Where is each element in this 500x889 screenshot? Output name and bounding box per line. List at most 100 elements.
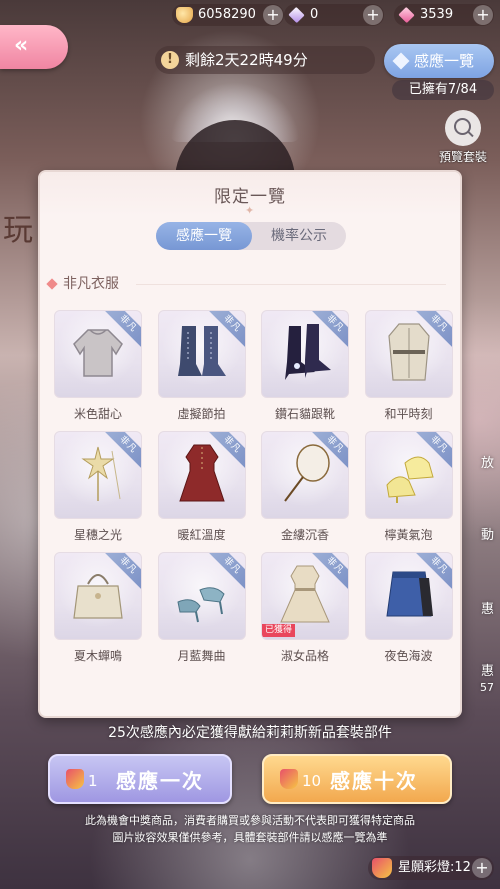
outfit-item[interactable]: 非凡 暖紅溫度	[157, 431, 246, 546]
outfit-item[interactable]: 非凡 夏木蟬鳴	[54, 552, 142, 667]
gold-coin-icon	[176, 7, 193, 23]
side-banner-text: 玩	[3, 213, 33, 248]
tab-probability[interactable]: 機率公示	[252, 222, 346, 250]
gold-currency: 6058290 +	[172, 4, 284, 26]
gold-value: 6058290	[198, 7, 256, 22]
side-tab-count: 57	[480, 681, 494, 694]
pink-diamond-icon	[398, 6, 415, 24]
outfit-item[interactable]: 非凡 鑽石貓跟靴	[261, 310, 349, 425]
outfit-item-name: 夜色海波	[384, 649, 433, 663]
draw-once-cost: 1	[88, 772, 98, 790]
alert-icon: !	[161, 51, 179, 69]
outfit-item[interactable]: 非凡 米色甜心	[54, 310, 142, 425]
double-chevron-left-icon: «	[14, 33, 29, 58]
side-tab-4[interactable]: 惠	[481, 660, 494, 679]
outfit-item[interactable]: 非凡 已獲得淑女品格	[261, 552, 349, 667]
outfit-item-card[interactable]: 非凡	[157, 431, 246, 519]
add-crystal-button[interactable]: +	[363, 5, 383, 25]
obtained-badge: 已獲得	[262, 624, 296, 637]
outfit-item[interactable]: 非凡 星穗之光	[54, 431, 142, 546]
draw-once-label: 感應一次	[116, 769, 204, 793]
tab-overview[interactable]: 感應一覽	[156, 222, 252, 250]
side-tab-1[interactable]: 放	[481, 452, 494, 471]
outfit-item-name: 暖紅溫度	[177, 528, 226, 542]
outfit-item-name: 鑽石貓跟靴	[274, 407, 335, 421]
outfit-item-name: 月藍舞曲	[177, 649, 226, 663]
add-gold-button[interactable]: +	[263, 5, 283, 25]
disclaimer: 此為機會中獎商品，消費者購買或參與活動不代表即可獲得特定商品 圖片妝容效果僅供參…	[0, 812, 500, 846]
add-diamond-button[interactable]: +	[473, 5, 493, 25]
outfit-item-card[interactable]: 非凡	[157, 552, 246, 640]
lucky-bag-icon	[280, 769, 298, 789]
preview-label: 預覽套裝	[438, 150, 487, 164]
star-ornament-icon: ✦	[245, 204, 255, 217]
outfit-item[interactable]: 非凡 虛擬節拍	[157, 310, 246, 425]
beige-dress-icon	[275, 562, 335, 630]
outfit-item[interactable]: 非凡 月藍舞曲	[157, 552, 246, 667]
hand-fan-icon	[275, 441, 335, 509]
outfit-item[interactable]: 非凡 金縷沉香	[261, 431, 349, 546]
disclaimer-line: 圖片妝容效果僅供參考，具體套裝部件請以感應一覽為準	[112, 831, 388, 844]
outfit-item[interactable]: 非凡 檸黃氣泡	[364, 431, 453, 546]
overview-button[interactable]: 感應一覽	[384, 44, 494, 78]
disclaimer-line: 此為機會中獎商品，消費者購買或參與活動不代表即可獲得特定商品	[85, 814, 415, 827]
outfit-item-name: 米色甜心	[73, 407, 122, 421]
modal-tabs: 感應一覽 機率公示	[156, 222, 346, 250]
owned-count: 已擁有7/84	[392, 80, 494, 100]
outfit-item-card[interactable]: 非凡	[54, 431, 142, 519]
wish-lamp-text: 星願彩燈:12	[398, 860, 471, 875]
section-title: 非凡衣服	[63, 276, 119, 292]
draw-once-button[interactable]: 1 感應一次	[48, 754, 232, 804]
sandals-icon	[379, 441, 439, 509]
outfit-item-name: 金縷沉香	[280, 528, 329, 542]
outfit-item[interactable]: 非凡 夜色海波	[364, 552, 453, 667]
side-tab-2[interactable]: 動	[481, 524, 494, 543]
outfit-item-card[interactable]: 非凡	[261, 431, 349, 519]
event-timer: ! 剩餘2天22時49分	[155, 46, 375, 74]
purple-crystal-icon	[288, 6, 305, 24]
outfit-item-name: 虛擬節拍	[177, 407, 226, 421]
outfit-item-name: 夏木蟬鳴	[73, 649, 122, 663]
diamond-icon	[392, 52, 410, 70]
outfit-item-card[interactable]: 非凡	[261, 310, 349, 398]
outfit-item-card[interactable]: 非凡	[54, 552, 142, 640]
add-wish-lamp-button[interactable]: +	[472, 858, 492, 878]
guarantee-text: 25次感應內必定獲得獻給莉莉斯新品套裝部件	[108, 725, 392, 741]
outfit-item-card[interactable]: 非凡	[54, 310, 142, 398]
wish-lamp-icon	[372, 858, 392, 878]
red-dress-icon	[172, 441, 232, 509]
outfit-item[interactable]: 非凡 和平時刻	[364, 310, 453, 425]
denim-skirt-icon	[379, 562, 439, 630]
magnifier-icon	[445, 110, 481, 146]
limited-overview-modal: 限定一覽 ✦ 感應一覽 機率公示 非凡衣服 非凡 米色甜心 非凡 虛擬節拍 非凡 鑽石貓跟…	[38, 170, 462, 718]
outfit-item-name: 星穗之光	[73, 528, 122, 542]
section-diamond-icon	[46, 278, 58, 290]
blue-heels-icon	[172, 562, 232, 630]
outfit-item-card[interactable]: 非凡	[364, 552, 453, 640]
outfit-item-card[interactable]: 非凡	[157, 310, 246, 398]
diamond-currency: 3539 +	[394, 4, 494, 26]
preview-outfit-button[interactable]: 預覽套裝	[430, 110, 496, 165]
crystal-value: 0	[310, 7, 319, 22]
outfit-item-name: 和平時刻	[384, 407, 433, 421]
hairpin-icon	[68, 441, 128, 509]
draw-ten-label: 感應十次	[330, 769, 418, 793]
outfit-item-name: 檸黃氣泡	[384, 528, 433, 542]
timer-text: 剩餘2天22時49分	[185, 51, 308, 69]
lucky-bag-icon	[66, 769, 84, 789]
side-tab-3[interactable]: 惠	[481, 598, 494, 617]
coat-icon	[379, 320, 439, 388]
overview-button-label: 感應一覽	[414, 52, 475, 70]
heeled-boots-icon	[275, 320, 335, 388]
outfit-item-name: 淑女品格	[280, 649, 329, 663]
wish-lamp-counter: 星願彩燈:12 +	[368, 856, 494, 880]
outfit-item-card[interactable]: 非凡	[364, 310, 453, 398]
outfit-item-card[interactable]: 非凡 已獲得	[261, 552, 349, 640]
section-divider	[136, 284, 446, 285]
section-heading: 非凡衣服	[46, 273, 119, 293]
draw-ten-button[interactable]: 10 感應十次	[262, 754, 452, 804]
outfit-item-card[interactable]: 非凡	[364, 431, 453, 519]
back-button[interactable]: «	[0, 25, 68, 69]
crystal-currency: 0 +	[284, 4, 384, 26]
draw-ten-cost: 10	[302, 772, 322, 790]
